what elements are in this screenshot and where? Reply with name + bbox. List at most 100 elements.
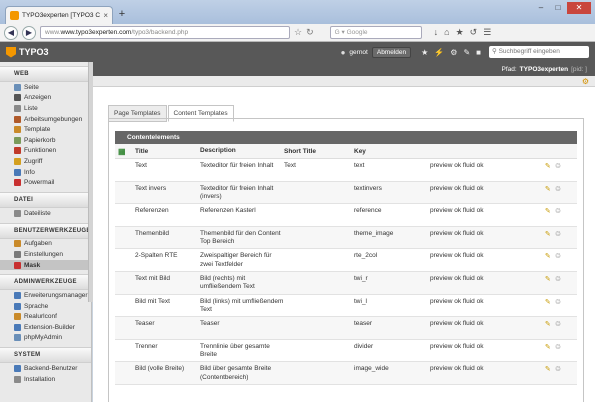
edit-icon[interactable]: ✎ [545,207,551,226]
sidebar-section: SYSTEM Backend-Benutzer Installation [0,347,91,384]
sidebar-item-backend-benutzer[interactable]: Backend-Benutzer [0,363,91,374]
delete-icon[interactable]: ♲ [555,252,561,271]
sidebar-item-label: Installation [24,375,56,383]
typo3-topbar: TYPO3 ● gernot Abmelden ★ ⚡ ⚙ ✎ ■ ⚲ Such… [0,42,595,62]
delete-icon[interactable]: ♲ [555,320,561,339]
col-title: Title [135,147,149,155]
forward-icon[interactable]: ▶ [22,25,36,40]
browser-tab[interactable]: TYPO3experten [TYPO3 CMS 6... × [5,6,113,24]
list-icon [14,104,21,112]
sidebar-item-extension-builder[interactable]: Extension-Builder [0,322,91,333]
home-icon[interactable]: ⌂ [444,27,449,38]
bookmark-icon[interactable]: ★ [421,48,428,57]
edit-icon[interactable]: ✎ [545,162,551,181]
help-icon[interactable]: ■ [476,48,481,57]
edit-icon[interactable]: ✎ [545,298,551,317]
logout-button[interactable]: Abmelden [371,46,412,58]
delete-icon[interactable]: ♲ [555,207,561,226]
edit-icon[interactable]: ✎ [545,320,551,339]
language-icon [14,302,21,310]
workspace-icon[interactable]: ⚙ [450,48,457,57]
sidebar-item-arbeitsumgebungen[interactable]: Arbeitsumgebungen [0,114,91,125]
sidebar-item-mask[interactable]: Mask [0,259,91,271]
delete-icon[interactable]: ♲ [555,162,561,181]
col-short-title: Short Title [284,147,317,155]
edit-icon[interactable]: ✎ [545,365,551,384]
sidebar-item-template[interactable]: Template [0,124,91,135]
typo3-search-input[interactable]: ⚲ Suchbegriff eingeben [489,46,589,58]
sidebar-item-phpmyadmin[interactable]: phpMyAdmin [0,333,91,344]
sidebar-item-papierkorb[interactable]: Papierkorb [0,135,91,146]
sidebar-item-dateiliste[interactable]: Dateiliste [0,208,91,219]
cell-key: rte_2col [354,252,378,260]
edit-icon[interactable]: ✎ [545,343,551,362]
download-icon[interactable]: ↓ [434,27,439,38]
new-element-icon[interactable]: ▦ [115,147,129,156]
maximize-icon[interactable]: □ [550,2,566,14]
bookmark-star-icon[interactable]: ☆ [294,27,302,38]
delete-icon[interactable]: ♲ [555,185,561,204]
cell-status: preview ok fluid ok [430,297,484,305]
sidebar-item-label: Dateiliste [24,209,51,217]
sidebar-item-liste[interactable]: Liste [0,103,91,114]
sidebar-section-title[interactable]: ADMINWERKZEUGE [0,274,91,291]
sidebar-item-info[interactable]: Info [0,167,91,178]
edit-icon[interactable]: ✎ [545,230,551,249]
sidebar-section-title[interactable]: SYSTEM [0,347,91,364]
cell-short-title [284,230,354,249]
row-actions: ✎ ♲ [500,185,577,204]
table-body: Text Texteditor für freien Inhalt Text text… [115,159,577,385]
cell-short-title: Text [284,162,296,169]
sidebar-item-realurlconf[interactable]: Realurlconf [0,312,91,323]
cell-short-title [284,252,354,271]
edit-icon[interactable]: ✎ [545,252,551,271]
sidebar-section-title[interactable]: WEB [0,66,91,82]
typo3-logo-icon [6,46,16,58]
cell-key: textinvers [354,184,382,192]
typo3-search-placeholder: Suchbegriff eingeben [498,48,560,55]
sidebar-item-seite[interactable]: Seite [0,82,91,93]
delete-icon[interactable]: ♲ [555,230,561,249]
menu-icon[interactable]: ☰ [483,27,491,38]
sidebar-item-zugriff[interactable]: Zugriff [0,156,91,167]
sidebar-section-title[interactable]: BENUTZERWERKZEUGE [0,222,91,239]
delete-icon[interactable]: ♲ [555,298,561,317]
typo3-logo[interactable]: TYPO3 [6,46,49,58]
reload-icon[interactable]: ↻ [306,27,314,38]
sidebar-item-funktionen[interactable]: Funktionen [0,146,91,157]
sidebar-item-einstellungen[interactable]: Einstellungen [0,249,91,260]
gear-icon[interactable]: ⚙ [582,77,589,86]
cell-status: preview ok fluid ok [430,229,484,237]
new-record-icon[interactable]: ✎ [463,48,470,57]
edit-icon[interactable]: ✎ [545,185,551,204]
new-tab-button[interactable]: + [116,8,128,20]
window-close-icon[interactable]: ✕ [567,2,591,14]
info-icon [14,168,21,176]
back-icon[interactable]: ◀ [4,25,18,40]
sidebar-item-label: phpMyAdmin [24,334,62,342]
flash-icon[interactable]: ⚡ [434,48,444,57]
bookmarks-icon[interactable]: ★ [456,27,464,38]
doc-header: Pfad: TYPO3experten [pid: ] [93,62,595,76]
url-bar[interactable]: www.www.typo3experten.com/typo3/backend.… [40,26,290,39]
url-path: /typo3/backend.php [131,29,189,36]
delete-icon[interactable]: ♲ [555,343,561,362]
sidebar-item-powermail[interactable]: Powermail [0,177,91,188]
close-icon[interactable]: × [103,11,108,20]
cell-key: divider [354,342,374,350]
row-icon-cell [115,365,129,384]
sidebar-item-anzeigen[interactable]: Anzeigen [0,93,91,104]
delete-icon[interactable]: ♲ [555,365,561,384]
minimize-icon[interactable]: – [533,2,549,14]
templates-panel: Contentelements ▦ Title Description Shor… [108,118,584,402]
sidebar-item-erweiterungsmanager[interactable]: Erweiterungsmanager [0,290,91,301]
delete-icon[interactable]: ♲ [555,275,561,294]
sidebar-item-sprache[interactable]: Sprache [0,301,91,312]
sidebar-section-title[interactable]: DATEI [0,191,91,208]
sidebar-section: WEB Seite Anzeigen Liste Arbeitsumgebungen Te… [0,66,91,188]
browser-search-input[interactable]: G ▾ Google [329,26,422,39]
sidebar-item-installation[interactable]: Installation [0,374,91,385]
edit-icon[interactable]: ✎ [545,275,551,294]
sidebar-item-aufgaben[interactable]: Aufgaben [0,239,91,250]
sync-icon[interactable]: ↺ [470,27,478,38]
